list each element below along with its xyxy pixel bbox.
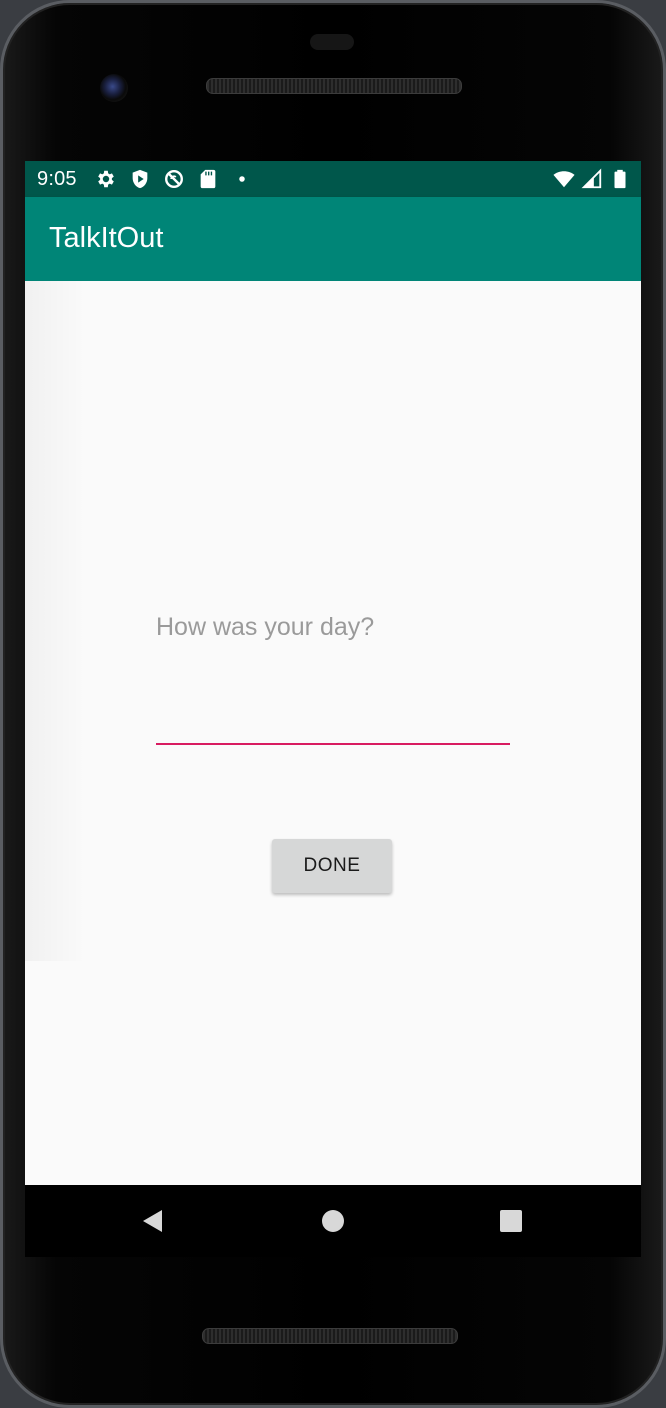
home-icon[interactable] <box>319 1207 347 1235</box>
status-time: 9:05 <box>37 168 77 190</box>
status-bar: 9:05 <box>25 161 641 197</box>
edge-shadow <box>25 281 85 961</box>
settings-icon <box>95 168 117 190</box>
shield-icon <box>129 168 151 190</box>
earpiece-slot <box>310 34 354 50</box>
bottom-speaker-grille <box>202 1328 458 1344</box>
recents-icon[interactable] <box>497 1207 525 1235</box>
notification-dot-icon <box>231 168 253 190</box>
day-question-label: How was your day? <box>156 613 375 641</box>
cell-signal-icon <box>581 168 603 190</box>
phone-frame: 9:05 TalkItOut How was your day? DONE <box>0 0 666 1408</box>
day-response-input[interactable] <box>156 701 510 745</box>
main-content: How was your day? DONE <box>25 281 641 1185</box>
no-sync-icon <box>163 168 185 190</box>
wifi-icon <box>553 168 575 190</box>
app-title: TalkItOut <box>49 222 164 254</box>
done-button[interactable]: DONE <box>272 839 392 893</box>
status-system-icons <box>553 168 631 190</box>
status-notification-icons <box>95 168 253 190</box>
front-camera <box>100 74 128 102</box>
battery-icon <box>609 168 631 190</box>
back-icon[interactable] <box>139 1207 167 1235</box>
sd-card-icon <box>197 168 219 190</box>
app-bar: TalkItOut <box>25 197 641 281</box>
screen: 9:05 TalkItOut How was your day? DONE <box>25 161 641 1185</box>
navigation-bar <box>25 1185 641 1257</box>
top-speaker-grille <box>206 78 462 94</box>
